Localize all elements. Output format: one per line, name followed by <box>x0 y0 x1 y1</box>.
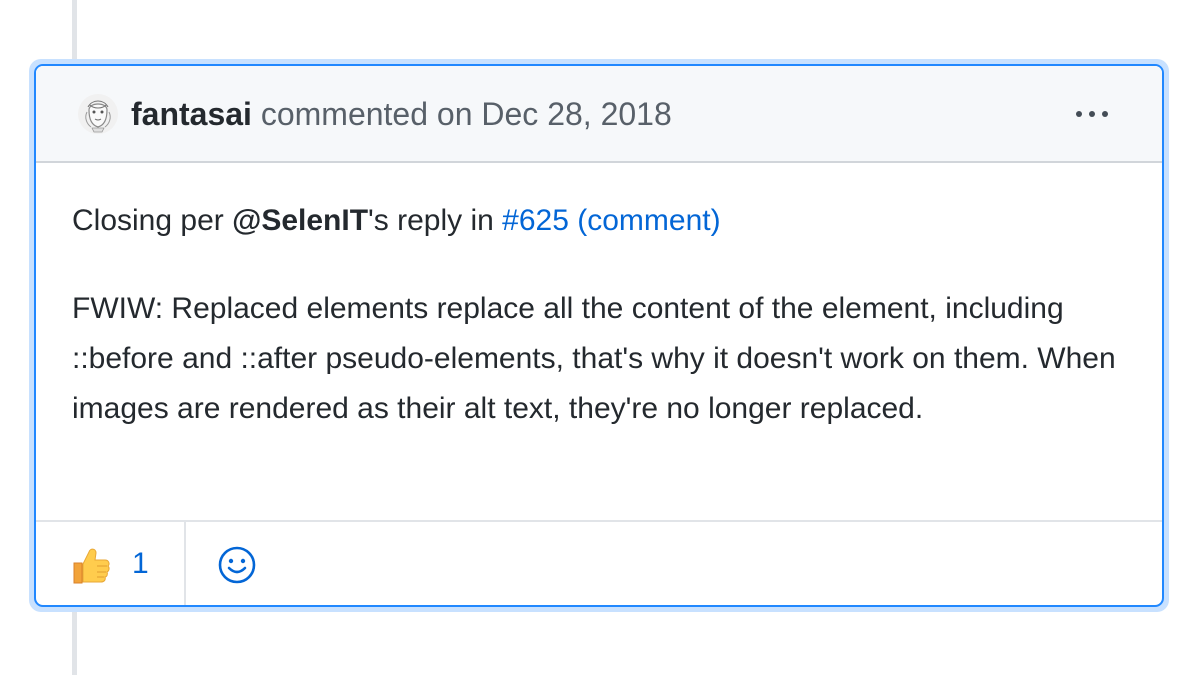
comment-paragraph: Closing per @SelenIT's reply in #625 (co… <box>72 196 1132 246</box>
comment-header: fantasai commented on Dec 28, 2018 <box>36 66 1162 163</box>
smiley-icon <box>218 546 256 584</box>
kebab-dot <box>1102 111 1108 117</box>
closing-text: Closing per <box>72 204 233 237</box>
thumbs-up-icon <box>73 548 110 584</box>
comment-link[interactable]: (comment) <box>577 204 720 237</box>
author-link[interactable]: fantasai <box>131 96 252 132</box>
avatar-sketch-icon <box>78 94 118 134</box>
issue-link[interactable]: #625 <box>502 204 569 237</box>
reaction-count: 1 <box>132 547 149 580</box>
issue-timeline: fantasai commented on Dec 28, 2018 Closi… <box>0 0 1200 675</box>
timeline-comment: fantasai commented on Dec 28, 2018 Closi… <box>34 64 1164 607</box>
comment-body: Closing per @SelenIT's reply in #625 (co… <box>72 196 1132 434</box>
more-options-button[interactable] <box>1064 94 1120 134</box>
user-mention[interactable]: @SelenIT <box>232 204 368 237</box>
reply-text: 's reply in <box>368 204 503 237</box>
reactions-bar: 1 <box>36 520 1162 605</box>
comment-header-text: fantasai commented on Dec 28, 2018 <box>131 92 672 136</box>
add-reaction-button[interactable] <box>216 544 258 586</box>
thumbs-up-reaction-button[interactable]: 1 <box>36 522 186 605</box>
comment-action: commented on <box>260 96 473 132</box>
comment-date[interactable]: Dec 28, 2018 <box>481 96 671 132</box>
comment-paragraph: FWIW: Replaced elements replace all the … <box>72 292 1116 425</box>
kebab-dot <box>1089 111 1095 117</box>
kebab-dot <box>1076 111 1082 117</box>
avatar[interactable] <box>78 94 118 134</box>
